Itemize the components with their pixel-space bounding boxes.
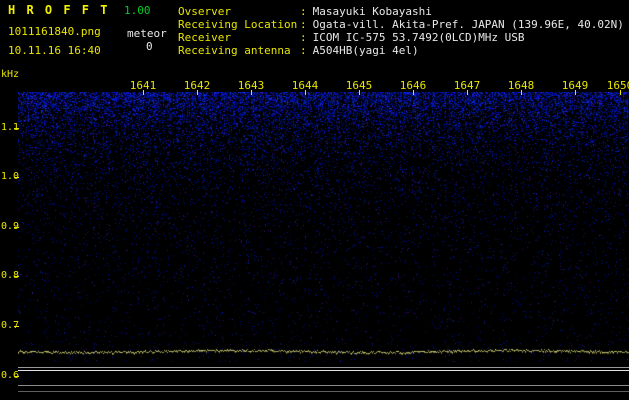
x-tick-mark	[359, 90, 360, 95]
x-axis-label: 1650	[606, 79, 629, 92]
x-tick-mark	[467, 90, 468, 95]
spectrogram-canvas	[18, 92, 629, 362]
x-tick-mark	[575, 90, 576, 95]
y-tick-mark	[14, 128, 19, 129]
x-tick-mark	[620, 90, 621, 95]
level-baseline	[18, 385, 629, 386]
y-tick-mark	[14, 326, 19, 327]
x-tick-mark	[305, 90, 306, 95]
y-axis-unit: kHz	[1, 69, 19, 80]
hrofft-window: H R O F F T 1.00 1011161840.png meteor 0…	[0, 0, 629, 400]
x-tick-mark	[251, 90, 252, 95]
y-tick-mark	[14, 276, 19, 277]
x-tick-mark	[413, 90, 414, 95]
spectrogram-panel: 1641 1642 1643 1644 1645 1646 1647 1648 …	[0, 0, 629, 400]
x-tick-mark	[143, 90, 144, 95]
level-baseline	[18, 370, 629, 371]
y-tick-mark	[14, 376, 19, 377]
y-tick-mark	[14, 177, 19, 178]
level-baseline	[18, 367, 629, 368]
x-tick-mark	[197, 90, 198, 95]
y-tick-mark	[14, 227, 19, 228]
x-tick-mark	[521, 90, 522, 95]
level-baseline	[18, 391, 629, 392]
